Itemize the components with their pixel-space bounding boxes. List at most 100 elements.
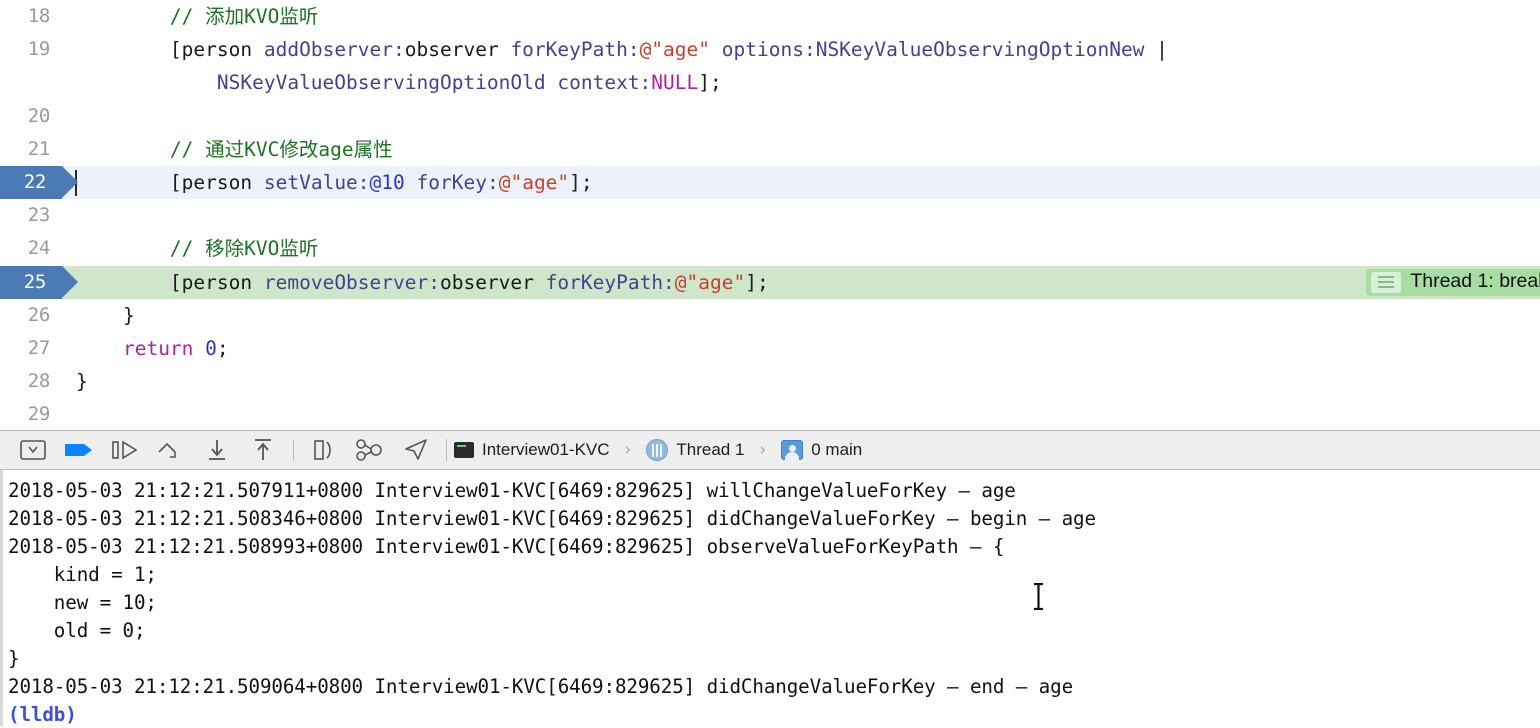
process-icon xyxy=(454,442,474,458)
source-editor[interactable]: 18 // 添加KVO监听 19 [person addObserver:obse… xyxy=(0,0,1540,430)
token-idn xyxy=(534,271,546,294)
token-num: 0 xyxy=(205,336,217,360)
code-line[interactable]: NSKeyValueObservingOptionOld context:NUL… xyxy=(0,66,1540,99)
line-number-19[interactable]: 19 xyxy=(0,33,62,66)
simulate-location-button[interactable] xyxy=(393,432,439,468)
code-text[interactable]: [person removeObserver:observer forKeyPa… xyxy=(62,265,1540,299)
thread-breakpoint-annotation[interactable]: Thread 1: break xyxy=(1366,268,1540,296)
hamburger-grip-icon[interactable] xyxy=(1371,271,1402,293)
token-str: @"age" xyxy=(498,170,570,194)
token-idn: | xyxy=(1144,38,1168,62)
console-log-line: } xyxy=(8,647,20,670)
line-number-28[interactable]: 28 xyxy=(0,365,62,398)
token-cls: NSKeyValueObservingOptionNew xyxy=(815,38,1145,62)
code-line[interactable]: 27 return 0; xyxy=(0,332,1540,365)
token-mth: options: xyxy=(721,38,816,62)
token-mac: NULL xyxy=(651,71,699,95)
token-idn: } xyxy=(76,303,135,327)
continue-button[interactable] xyxy=(56,432,102,468)
debug-memory-graph-button[interactable] xyxy=(347,432,393,468)
breadcrumb[interactable]: Interview01-KVC › Thread 1 › 0 main xyxy=(454,439,862,461)
code-text[interactable] xyxy=(62,398,1540,430)
code-line[interactable]: 21 // 通过KVC修改age属性 xyxy=(0,133,1540,166)
console-output: 2018-05-03 21:12:21.507911+0800 Intervie… xyxy=(4,477,1540,726)
token-mth: addObserver: xyxy=(263,38,405,62)
line-number-cont[interactable] xyxy=(0,66,62,99)
step-out-button[interactable] xyxy=(194,432,240,468)
code-line[interactable]: 23 xyxy=(0,199,1540,232)
code-line[interactable]: 22 [person setValue:@10 forKey:@"age"]; xyxy=(0,165,1540,200)
breadcrumb-separator-2: › xyxy=(759,440,767,460)
line-number-27[interactable]: 27 xyxy=(0,332,62,365)
code-line[interactable]: 20 xyxy=(0,100,1540,133)
lldb-prompt: (lldb) xyxy=(8,703,77,726)
line-number-22[interactable]: 22 xyxy=(0,165,78,200)
code-text[interactable]: // 通过KVC修改age属性 xyxy=(62,133,1540,166)
debug-view-hierarchy-button[interactable] xyxy=(301,432,347,468)
breadcrumb-frame[interactable]: 0 main xyxy=(811,440,862,460)
line-number-18[interactable]: 18 xyxy=(0,0,62,33)
code-line[interactable]: 18 // 添加KVO监听 xyxy=(0,0,1540,33)
line-number-25[interactable]: 25 xyxy=(0,265,78,299)
token-idn xyxy=(76,337,123,360)
token-mth: forKeyPath: xyxy=(510,38,640,62)
thread-breakpoint-label: Thread 1: break xyxy=(1410,270,1540,293)
token-idn xyxy=(546,71,558,94)
code-text[interactable]: NSKeyValueObservingOptionOld context:NUL… xyxy=(62,66,1540,99)
toolbar-divider-1 xyxy=(293,439,294,461)
token-mth: forKeyPath: xyxy=(545,270,675,294)
code-line[interactable]: 29 xyxy=(0,398,1540,430)
token-idn xyxy=(76,38,170,61)
breadcrumb-separator-1: › xyxy=(624,440,632,460)
token-idn xyxy=(193,337,205,360)
breadcrumb-thread[interactable]: Thread 1 xyxy=(676,440,744,460)
debug-console[interactable]: 2018-05-03 21:12:21.507911+0800 Intervie… xyxy=(0,470,1540,726)
token-idn xyxy=(76,71,217,94)
code-line[interactable]: 24 // 移除KVO监听 xyxy=(0,232,1540,265)
token-idn xyxy=(252,271,264,294)
code-text[interactable]: } xyxy=(62,365,1540,398)
token-idn: observer xyxy=(404,38,499,62)
code-text[interactable] xyxy=(62,199,1540,232)
debug-toolbar[interactable]: Interview01-KVC › Thread 1 › 0 main xyxy=(0,430,1540,470)
token-idn: person xyxy=(181,170,253,194)
console-log-line: 2018-05-03 21:12:21.509064+0800 Intervie… xyxy=(8,675,1074,698)
code-line[interactable]: 28} xyxy=(0,365,1540,398)
step-out-alt-button[interactable] xyxy=(240,432,286,468)
token-str: @"age" xyxy=(639,38,711,62)
token-idn: [ xyxy=(169,270,182,294)
code-text[interactable]: // 添加KVO监听 xyxy=(62,0,1540,33)
line-number-26[interactable]: 26 xyxy=(0,299,62,332)
token-cmt: // 通过KVC修改age属性 xyxy=(169,137,393,161)
stack-frame-icon xyxy=(781,440,804,460)
code-text[interactable] xyxy=(62,100,1540,133)
line-number-29[interactable]: 29 xyxy=(0,398,62,430)
step-over-button[interactable] xyxy=(102,432,148,468)
code-text[interactable]: // 移除KVO监听 xyxy=(62,232,1540,265)
token-idn xyxy=(405,171,417,194)
code-text[interactable]: [person addObserver:observer forKeyPath:… xyxy=(62,33,1540,66)
token-mth: removeObserver: xyxy=(263,270,440,294)
code-text[interactable]: } xyxy=(62,299,1540,332)
step-over-icon xyxy=(112,440,138,460)
line-number-21[interactable]: 21 xyxy=(0,133,62,166)
token-idn xyxy=(710,38,722,61)
line-number-20[interactable]: 20 xyxy=(0,100,62,133)
code-text[interactable]: return 0; xyxy=(62,332,1540,365)
location-arrow-icon xyxy=(405,439,427,460)
token-idn xyxy=(499,38,511,61)
step-out-up-icon xyxy=(255,439,271,460)
line-number-23[interactable]: 23 xyxy=(0,199,62,232)
thread-icon xyxy=(646,439,669,461)
step-into-button[interactable] xyxy=(148,432,194,468)
breadcrumb-process[interactable]: Interview01-KVC xyxy=(482,440,610,460)
code-line[interactable]: 25 [person removeObserver:observer forKe… xyxy=(0,265,1540,299)
hide-debug-area-button[interactable] xyxy=(10,432,56,468)
line-number-24[interactable]: 24 xyxy=(0,232,62,265)
token-cmt: // 移除KVO监听 xyxy=(169,237,319,261)
step-into-icon xyxy=(158,442,176,458)
code-line[interactable]: 19 [person addObserver:observer forKeyPa… xyxy=(0,33,1540,66)
code-text[interactable]: [person setValue:@10 forKey:@"age"]; xyxy=(62,165,1540,200)
token-idn: ]; xyxy=(745,270,769,294)
code-line[interactable]: 26 } xyxy=(0,299,1540,332)
